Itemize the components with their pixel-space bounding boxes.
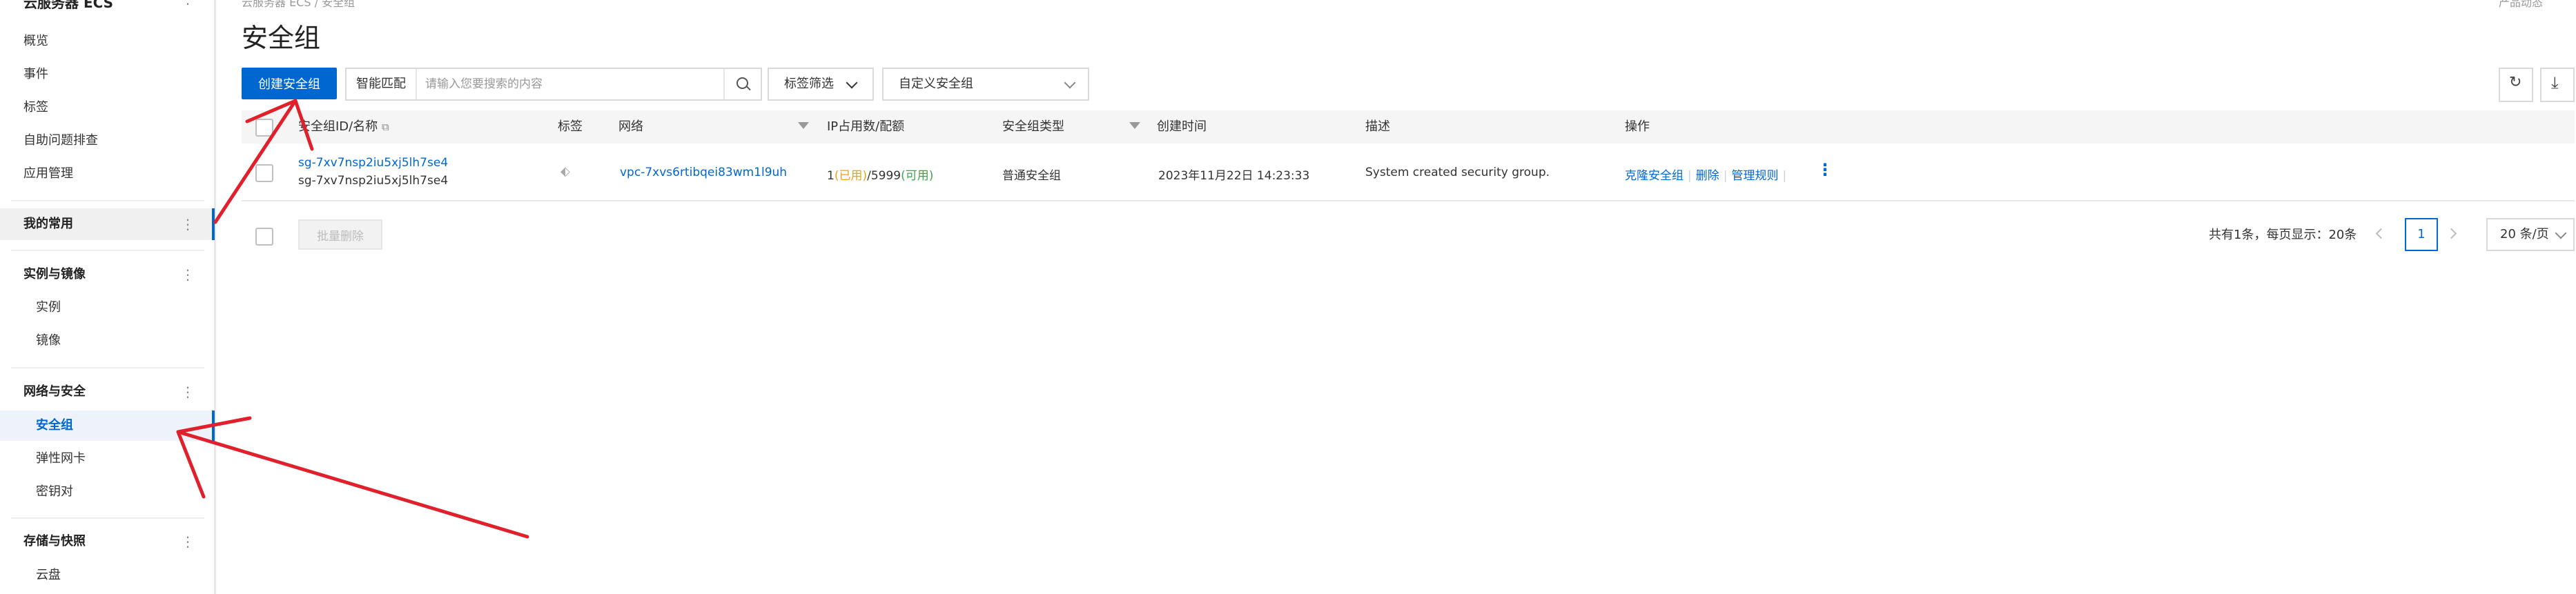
ip-quota: /5999 bbox=[867, 169, 901, 183]
sidebar-favorites-label: 我的常用 bbox=[23, 217, 73, 231]
sidebar-divider bbox=[11, 517, 204, 519]
chevron-down-icon bbox=[846, 77, 858, 89]
batch-delete-button[interactable]: 批量删除 bbox=[298, 219, 382, 250]
vpc-link[interactable]: vpc-7xvs6rtibqei83wm1l9uh bbox=[620, 166, 787, 179]
search-icon[interactable] bbox=[723, 69, 761, 99]
col-desc: 描述 bbox=[1365, 119, 1390, 134]
tag-filter-label: 标签筛选 bbox=[784, 77, 834, 91]
search-box: 智能匹配 bbox=[345, 68, 762, 101]
col-id-name-label: 安全组ID/名称 bbox=[298, 119, 378, 134]
created-time: 2023年11月22日 14:23:33 bbox=[1158, 169, 1310, 183]
footer-select-all-checkbox[interactable] bbox=[255, 228, 273, 246]
sidebar-group-label: 实例与镜像 bbox=[23, 267, 86, 281]
page-size-label: 20 条/页 bbox=[2500, 227, 2549, 241]
table-header: 安全组ID/名称 ⧉ 标签 网络 IP占用数/配额 安全组类型 创建时间 描述 … bbox=[242, 110, 2575, 143]
col-type: 安全组类型 bbox=[1002, 119, 1064, 134]
page-size-select[interactable]: 20 条/页 bbox=[2486, 218, 2575, 251]
ip-used-label: (已用) bbox=[834, 169, 868, 183]
sidebar-group-instances[interactable]: 实例与镜像 ⋮ bbox=[0, 259, 213, 290]
group-more-icon[interactable]: ⋮ bbox=[181, 259, 195, 290]
clone-security-group-link[interactable]: 克隆安全组 bbox=[1625, 169, 1684, 183]
type-filter-icon[interactable] bbox=[1129, 122, 1140, 129]
custom-security-group-label: 自定义安全组 bbox=[899, 77, 973, 91]
sidebar-item-images[interactable]: 镜像 bbox=[0, 326, 213, 356]
download-icon: ⤓ bbox=[2551, 73, 2559, 92]
sidebar-item-troubleshoot[interactable]: 自助问题排查 bbox=[0, 126, 213, 156]
ip-usage: 1(已用)/5999(可用) bbox=[827, 166, 933, 183]
next-page-icon[interactable] bbox=[2446, 228, 2457, 239]
sidebar-item-app-management[interactable]: 应用管理 bbox=[0, 159, 213, 189]
group-more-icon[interactable]: ⋮ bbox=[181, 526, 195, 557]
col-id-name: 安全组ID/名称 ⧉ bbox=[298, 110, 389, 143]
tag-icon[interactable]: ⬖ bbox=[560, 164, 570, 179]
prev-page-icon[interactable] bbox=[2375, 228, 2387, 239]
pagination-summary: 共有1条，每页显示：20条 bbox=[2209, 228, 2357, 242]
arrow-to-security-group bbox=[176, 430, 529, 539]
more-actions-icon[interactable]: ⋮ bbox=[1817, 160, 1833, 179]
sidebar-item-eni[interactable]: 弹性网卡 bbox=[0, 444, 213, 474]
create-security-group-button[interactable]: 创建安全组 bbox=[242, 68, 337, 99]
download-button[interactable]: ⤓ bbox=[2540, 68, 2575, 102]
delete-link[interactable]: 删除 bbox=[1696, 169, 1719, 183]
description: System created security group. bbox=[1365, 166, 1550, 179]
page-1-button[interactable]: 1 bbox=[2405, 218, 2438, 251]
table-row: sg-7xv7nsp2iu5xj5lh7se4 sg-7xv7nsp2iu5xj… bbox=[242, 143, 2575, 201]
col-ip: IP占用数/配额 bbox=[827, 119, 905, 134]
sidebar-group-network-security[interactable]: 网络与安全 ⋮ bbox=[0, 376, 213, 408]
refresh-icon: ↻ bbox=[2509, 74, 2522, 91]
chevron-down-icon bbox=[2555, 227, 2567, 239]
row-actions: 克隆安全组 | 删除 | 管理规则 | bbox=[1625, 169, 1787, 183]
row-checkbox[interactable] bbox=[255, 164, 273, 182]
col-network: 网络 bbox=[618, 119, 643, 134]
sidebar-group-label: 网络与安全 bbox=[23, 384, 86, 399]
service-title: 云服务器 ECS bbox=[23, 0, 114, 11]
manage-rules-link[interactable]: 管理规则 bbox=[1731, 169, 1778, 183]
sidebar-item-overview[interactable]: 概览 bbox=[0, 26, 213, 57]
custom-security-group-select[interactable]: 自定义安全组 bbox=[882, 68, 1089, 101]
sidebar-group-storage[interactable]: 存储与快照 ⋮ bbox=[0, 526, 213, 557]
sidebar-divider bbox=[11, 200, 204, 201]
col-created: 创建时间 bbox=[1157, 119, 1207, 134]
copy-icon[interactable]: ⧉ bbox=[382, 121, 389, 133]
ip-used-count: 1 bbox=[827, 169, 835, 183]
security-group-name: sg-7xv7nsp2iu5xj5lh7se4 bbox=[298, 174, 449, 188]
network-filter-icon[interactable] bbox=[798, 122, 809, 129]
group-more-icon[interactable]: ⋮ bbox=[181, 376, 195, 408]
security-group-id-link[interactable]: sg-7xv7nsp2iu5xj5lh7se4 bbox=[298, 156, 448, 170]
sidebar-divider bbox=[11, 367, 204, 368]
sidebar-divider bbox=[11, 250, 204, 251]
security-group-type: 普通安全组 bbox=[1002, 169, 1061, 183]
sidebar-item-instances[interactable]: 实例 bbox=[0, 293, 213, 323]
col-ops: 操作 bbox=[1625, 119, 1650, 134]
service-more-icon[interactable]: ⋮ bbox=[181, 0, 195, 7]
ip-avail-label: (可用) bbox=[901, 169, 934, 183]
sidebar-group-label: 存储与快照 bbox=[23, 534, 86, 548]
favorites-more-icon[interactable]: ⋮ bbox=[181, 208, 195, 240]
col-tag: 标签 bbox=[558, 119, 583, 134]
sidebar-item-security-groups[interactable]: 安全组 bbox=[0, 410, 215, 441]
search-mode-select[interactable]: 智能匹配 bbox=[347, 69, 417, 99]
sidebar-item-tags[interactable]: 标签 bbox=[0, 92, 213, 123]
tag-filter-dropdown[interactable]: 标签筛选 bbox=[768, 68, 874, 101]
breadcrumb[interactable]: 云服务器 ECS / 安全组 bbox=[242, 0, 355, 10]
sidebar-item-key-pairs[interactable]: 密钥对 bbox=[0, 477, 213, 507]
page-title: 安全组 bbox=[242, 23, 321, 53]
sidebar-item-events[interactable]: 事件 bbox=[0, 59, 213, 90]
sidebar-favorites[interactable]: 我的常用 ⋮ bbox=[0, 208, 215, 240]
refresh-button[interactable]: ↻ bbox=[2499, 68, 2533, 102]
select-all-checkbox[interactable] bbox=[255, 119, 273, 137]
sidebar-item-disks[interactable]: 云盘 bbox=[0, 560, 213, 591]
product-news-link[interactable]: 产品动态 bbox=[2499, 0, 2543, 10]
search-input[interactable] bbox=[424, 70, 723, 98]
chevron-down-icon bbox=[1064, 77, 1076, 89]
sidebar: 云服务器 ECS ⋮ 概览 事件 标签 自助问题排查 应用管理 我的常用 ⋮ 实… bbox=[0, 0, 216, 594]
